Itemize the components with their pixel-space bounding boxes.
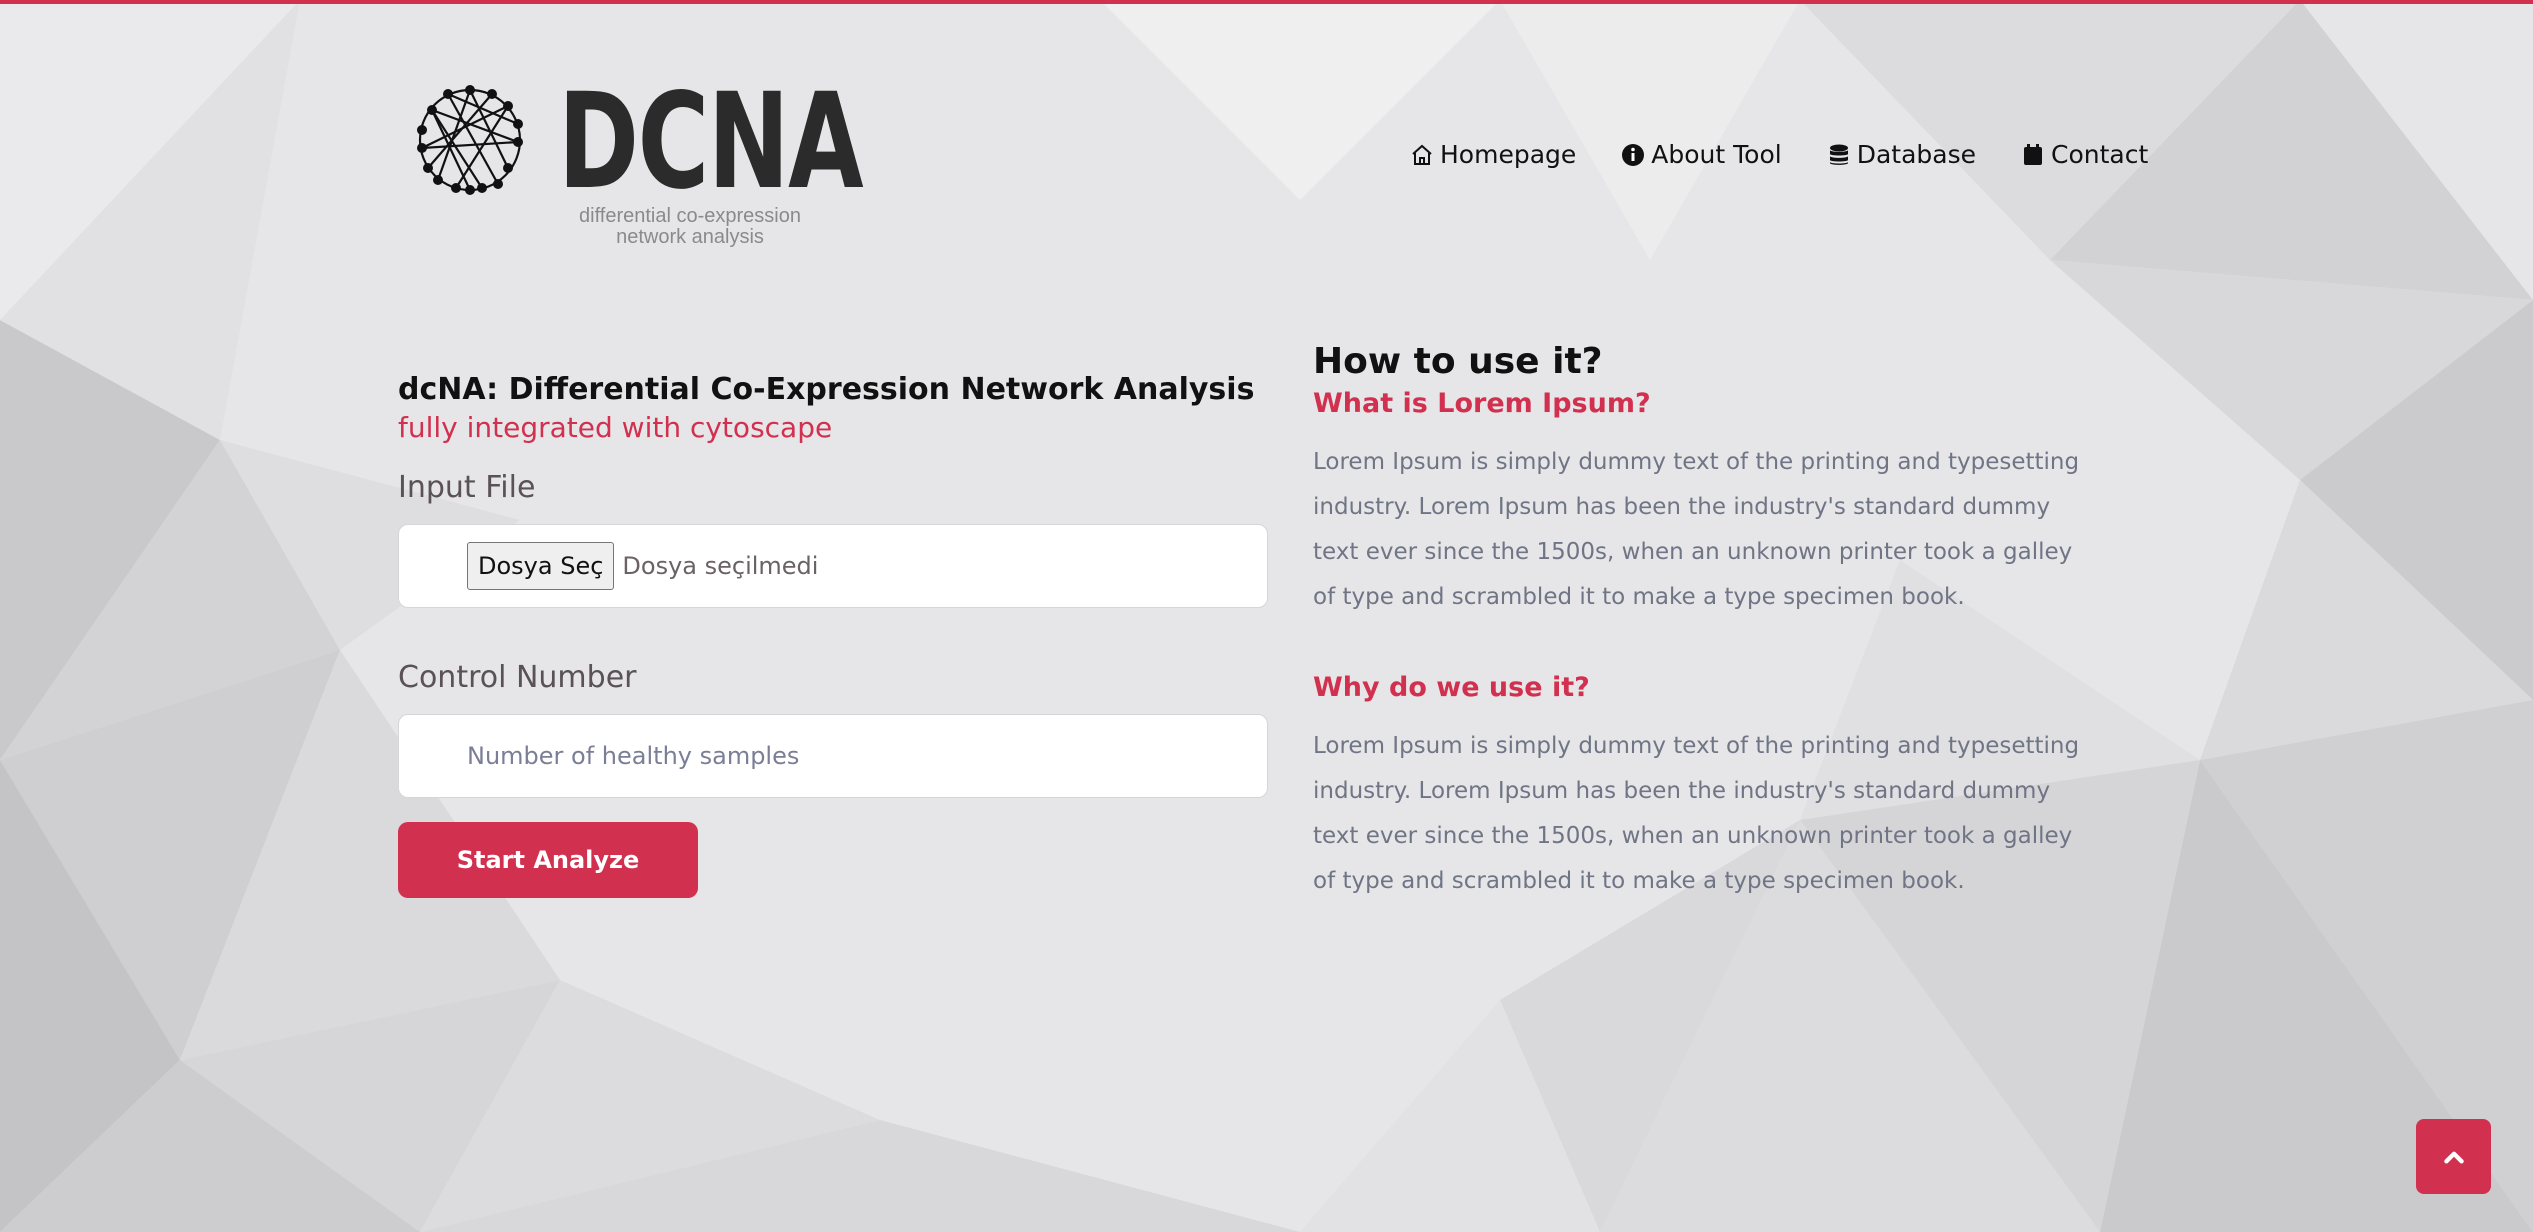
nav-homepage[interactable]: Homepage — [1410, 140, 1576, 169]
nav-contact[interactable]: Contact — [2021, 140, 2148, 169]
nav-about-tool[interactable]: About Tool — [1621, 140, 1782, 169]
nav-homepage-label: Homepage — [1440, 140, 1577, 169]
help-question-2: Why do we use it? — [1313, 672, 1590, 703]
choose-file-button[interactable]: Dosya Seç — [467, 542, 615, 590]
scroll-to-top-button[interactable] — [2416, 1119, 2491, 1194]
nav-database-label: Database — [1856, 140, 1976, 169]
logo[interactable]: DCNA differential co-expression network … — [410, 69, 864, 260]
help-heading: How to use it? — [1313, 341, 1603, 382]
help-question-1: What is Lorem Ipsum? — [1313, 388, 1651, 419]
control-number-field — [398, 714, 1268, 798]
help-paragraph-1: Lorem Ipsum is simply dummy text of the … — [1313, 449, 2080, 610]
top-accent-bar — [0, 0, 2533, 4]
logo-tagline-line2: network analysis — [616, 226, 764, 248]
form-title: dcNA: Differential Co-Expression Network… — [398, 372, 1255, 407]
logo-tagline-line1: differential co-expression — [579, 205, 801, 227]
help-section: How to use it? What is Lorem Ipsum? Lore… — [1313, 340, 2093, 904]
database-icon — [1829, 144, 1848, 165]
calendar-icon — [2024, 143, 2042, 165]
info-circle-icon — [1622, 143, 1645, 166]
nav-about-tool-label: About Tool — [1651, 140, 1782, 169]
nav-contact-label: Contact — [2051, 140, 2149, 169]
logo-wordmark: DCNA — [558, 65, 864, 219]
analysis-form: dcNA: Differential Co-Expression Network… — [398, 370, 1268, 898]
form-subtitle: fully integrated with cytoscape — [398, 411, 833, 444]
main-nav: Homepage About Tool Database Contact — [1410, 140, 2193, 169]
control-number-label: Control Number — [398, 660, 637, 695]
file-input-field: Dosya Seç Dosya seçilmedi — [398, 524, 1268, 608]
logo-tagline: differential co-expression network analy… — [560, 206, 820, 248]
home-icon — [1412, 144, 1432, 165]
nav-database[interactable]: Database — [1827, 140, 1976, 169]
file-status-text: Dosya seçilmedi — [622, 552, 819, 580]
help-paragraph-2: Lorem Ipsum is simply dummy text of the … — [1313, 733, 2080, 894]
start-analyze-button[interactable]: Start Analyze — [398, 822, 698, 898]
chevron-up-icon — [2443, 1151, 2464, 1163]
network-logo-icon — [417, 85, 523, 195]
input-file-label: Input File — [398, 470, 536, 505]
control-number-input[interactable] — [467, 726, 1227, 786]
